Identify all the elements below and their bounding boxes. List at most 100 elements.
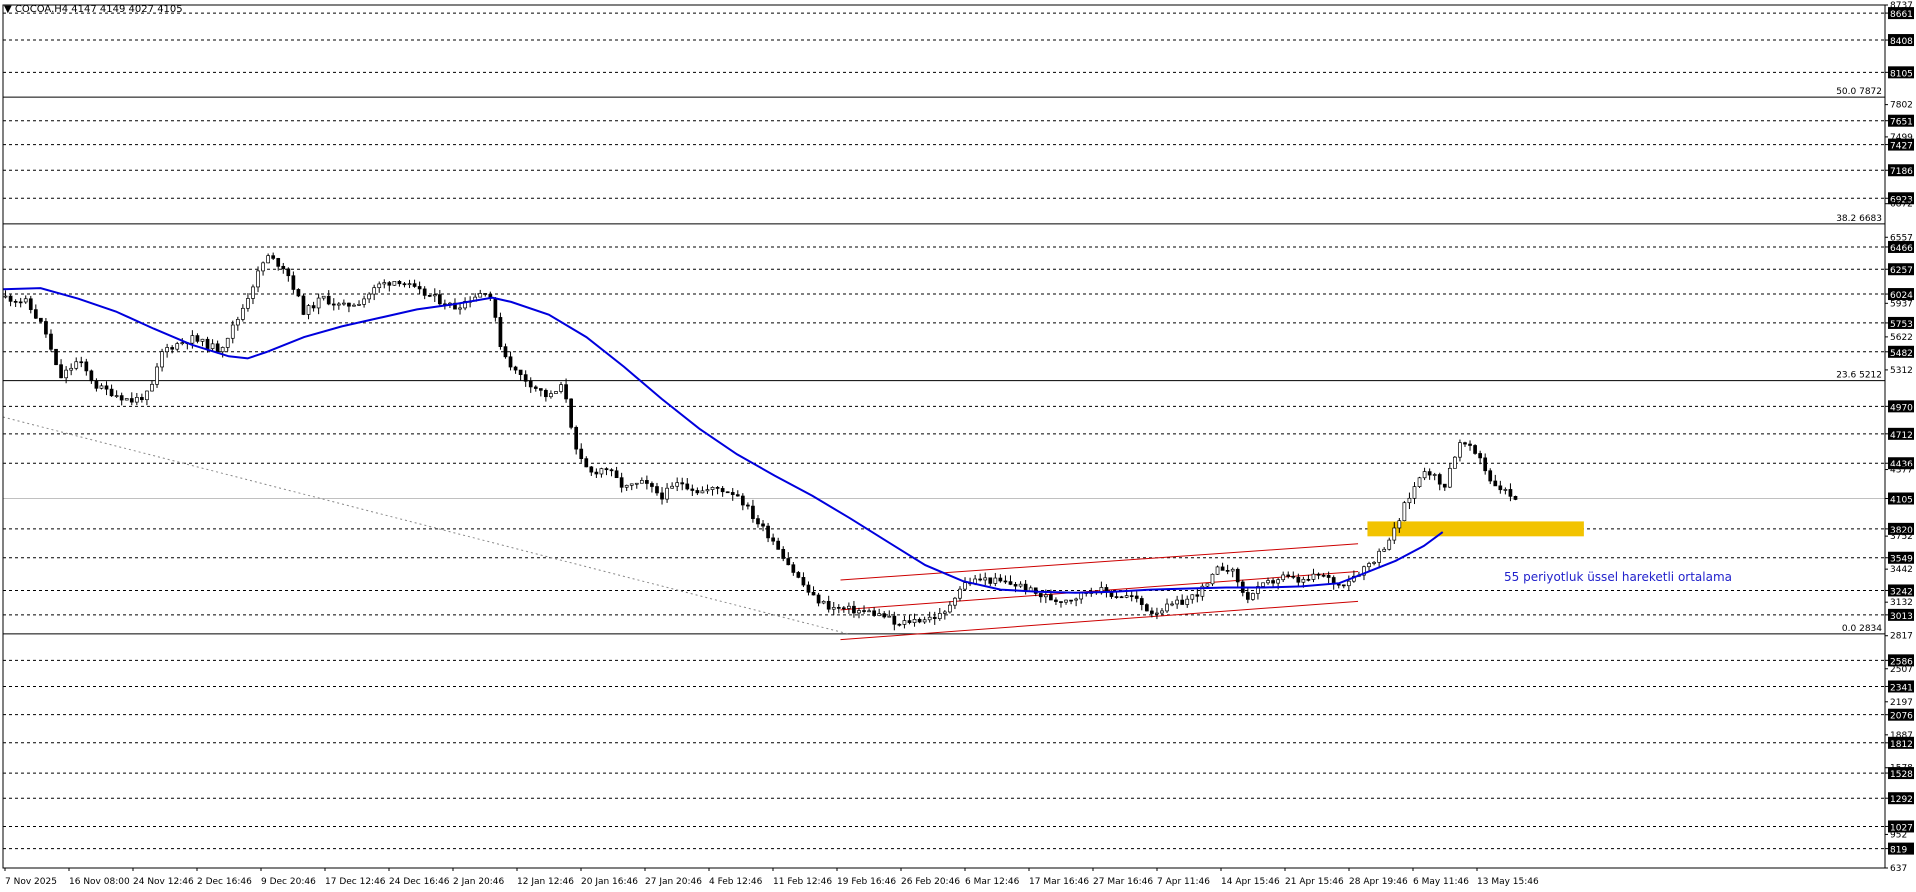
candle-body (1397, 520, 1402, 529)
candle-body (79, 361, 84, 364)
x-tick-label: 2 Jan 20:46 (453, 877, 505, 887)
candle-body (13, 300, 18, 303)
x-tick-label: 16 Nov 08:00 (69, 877, 130, 887)
candle-body (306, 305, 311, 315)
candle-body (1160, 610, 1164, 614)
x-tick-label: 12 Jan 12:46 (517, 877, 574, 887)
candle-body (1513, 495, 1518, 500)
channel-upper-line (840, 543, 1359, 581)
candle-body (336, 303, 341, 306)
y-tick-label: 6257 (1890, 266, 1913, 276)
candle-body (917, 619, 922, 623)
candle-body (84, 361, 89, 372)
trendline-layer (2, 416, 851, 635)
ema-annotation: 55 periyotluk üssel hareketli ortalama (1504, 570, 1732, 584)
candle-body (948, 604, 952, 613)
y-tick-label: 3013 (1890, 612, 1913, 622)
candle-body (1119, 596, 1124, 599)
candle-body (685, 483, 690, 490)
candle-body (165, 347, 169, 353)
candle-body (1064, 599, 1068, 603)
candle-body (251, 286, 255, 299)
candle-body (1008, 581, 1013, 585)
candle-body (1175, 599, 1179, 605)
candle-body (347, 302, 351, 307)
candle-body (503, 346, 508, 358)
y-tick-label: 5753 (1890, 320, 1913, 330)
candle-body (215, 343, 220, 353)
candle-body (392, 281, 397, 286)
candle-body (1402, 502, 1407, 522)
candle-body (412, 283, 417, 287)
candle-body (771, 537, 775, 542)
x-tick-label: 4 Feb 12:46 (709, 877, 763, 887)
x-tick-label: 17 Mar 16:46 (1029, 877, 1089, 887)
candle-body (932, 616, 937, 619)
candle-body (1478, 453, 1482, 459)
candle-body (877, 613, 882, 616)
y-tick-label: 3442 (1890, 565, 1913, 575)
trendline (2, 416, 851, 635)
candle-body (1377, 550, 1381, 563)
candle-body (1190, 594, 1195, 600)
candle-body (1291, 575, 1296, 578)
candle-body (523, 374, 528, 382)
candle-body (700, 490, 705, 494)
chart-root: 50.0 7872 38.2 6683 23.6 5212 0.0 2834 8737… (0, 0, 1916, 888)
candle-body (210, 343, 215, 349)
candle-body (821, 600, 826, 604)
candle-body (220, 347, 225, 353)
y-tick-label: 7802 (1890, 101, 1913, 111)
candle-body (1407, 497, 1412, 504)
symbol-header: ▼ COCOA.H4 4147 4149 4027 4105 (4, 4, 183, 15)
candle-body (39, 317, 43, 322)
candle-body (311, 305, 316, 309)
x-tick-label: 6 Mar 12:46 (965, 877, 1020, 887)
candle-body (1054, 599, 1058, 602)
x-tick-label: 27 Mar 16:46 (1093, 877, 1153, 887)
candle-body (645, 480, 649, 484)
candle-body (235, 319, 240, 326)
candle-body (882, 613, 887, 618)
candle-body (831, 607, 836, 610)
candle-body (331, 303, 336, 306)
candle-body (998, 577, 1003, 582)
candle-body (1003, 580, 1008, 583)
candle-body (1286, 574, 1291, 577)
x-tick-label: 28 Apr 19:46 (1349, 877, 1408, 887)
candle-body (54, 348, 58, 366)
x-tick-label: 24 Nov 12:46 (133, 877, 194, 887)
candle-body (675, 482, 680, 487)
x-tick-label: 24 Dec 16:46 (389, 877, 450, 887)
candle-body (650, 483, 654, 487)
candle-body (114, 395, 119, 397)
candle-body (417, 286, 422, 290)
candle-body (1326, 575, 1331, 578)
price-chart[interactable]: 50.0 787238.2 668323.6 52120.0 2834 8737… (0, 0, 1916, 888)
candle-body (1018, 583, 1023, 587)
candle-body (1427, 471, 1432, 476)
candle-body (1387, 539, 1392, 550)
candle-body (953, 597, 957, 606)
candle-body (1195, 594, 1200, 597)
candle-body (241, 307, 245, 320)
candle-body (1493, 480, 1498, 487)
y-tick-label: 2197 (1890, 698, 1913, 708)
candle-body (902, 620, 907, 625)
candle-body (508, 356, 513, 368)
candle-body (766, 525, 770, 539)
candle-body (680, 482, 685, 485)
y-tick-label: 4105 (1890, 496, 1913, 506)
candle-body (629, 483, 634, 486)
candle-body (89, 370, 94, 382)
x-tick-label: 6 May 11:46 (1413, 877, 1469, 887)
x-tick-label: 7 Apr 11:46 (1157, 877, 1210, 887)
candle-body (119, 395, 124, 401)
candle-body (847, 605, 851, 609)
y-tick-label: 952 (1890, 830, 1907, 840)
candle-body (690, 488, 695, 491)
candle-body (942, 611, 947, 614)
candle-body (291, 275, 296, 290)
candle-body (533, 386, 538, 389)
candle-body (720, 488, 725, 493)
